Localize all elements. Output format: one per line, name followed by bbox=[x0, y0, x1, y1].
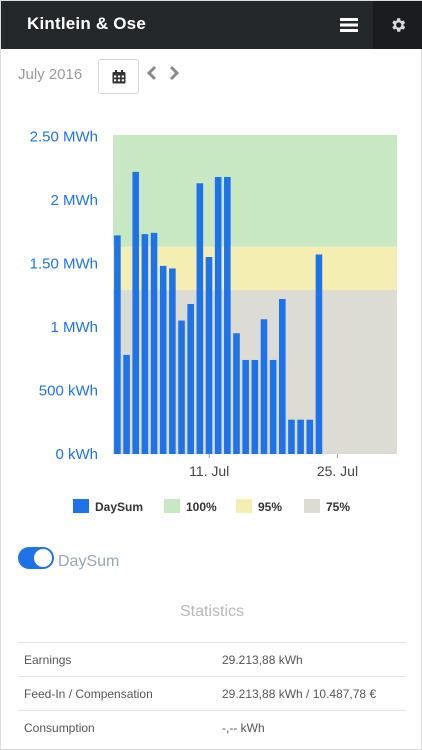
top-navbar: Kintlein & Ose bbox=[1, 1, 422, 49]
y-tick-label: 0 kWh bbox=[55, 446, 98, 463]
statistics-table: Earnings 29.213,88 kWh Feed-In / Compens… bbox=[18, 642, 406, 745]
menu-icon bbox=[340, 18, 358, 32]
x-tick-label: 25. Jul bbox=[317, 463, 358, 479]
y-tick-label: 500 kWh bbox=[39, 382, 98, 399]
band-100pct bbox=[113, 135, 397, 247]
table-row: Earnings 29.213,88 kWh bbox=[18, 642, 406, 677]
daysum-toggle[interactable] bbox=[18, 547, 54, 569]
bar-2016-07-22 bbox=[306, 419, 314, 454]
bar-2016-07-23 bbox=[315, 254, 323, 454]
legend-swatch bbox=[236, 499, 252, 513]
bar-2016-07-05 bbox=[150, 232, 158, 454]
bar-2016-07-02 bbox=[123, 354, 130, 454]
settings-button[interactable] bbox=[373, 1, 422, 49]
table-row: Consumption -,-- kWh bbox=[18, 710, 406, 745]
calendar-icon bbox=[112, 69, 125, 83]
toggle-knob bbox=[34, 549, 52, 567]
bar-2016-07-19 bbox=[279, 298, 286, 454]
bar-2016-07-12 bbox=[214, 176, 222, 454]
feed-in-label: Feed-In / Compensation bbox=[18, 676, 216, 711]
legend-swatch bbox=[73, 499, 89, 513]
bar-2016-07-11 bbox=[205, 257, 213, 454]
period-label: July 2016 bbox=[18, 66, 83, 83]
toggle-label: DaySum bbox=[58, 553, 120, 570]
legend-label: 100% bbox=[186, 500, 217, 514]
bar-2016-07-04 bbox=[141, 234, 149, 454]
bar-2016-07-16 bbox=[251, 359, 259, 454]
statistics-title: Statistics bbox=[179, 603, 244, 620]
bar-2016-07-01 bbox=[114, 235, 121, 454]
y-tick-label: 1.50 MWh bbox=[30, 255, 98, 272]
bar-2016-07-20 bbox=[288, 419, 295, 454]
gear-icon bbox=[392, 18, 406, 32]
y-tick-label: 1 MWh bbox=[50, 319, 98, 336]
bar-2016-07-15 bbox=[242, 359, 249, 454]
table-row: Feed-In / Compensation 29.213,88 kWh / 1… bbox=[18, 676, 406, 711]
legend-swatch bbox=[164, 499, 180, 513]
chevron-right-icon bbox=[169, 65, 180, 81]
consumption-value: -,-- kWh bbox=[216, 710, 406, 745]
legend-label: DaySum bbox=[95, 500, 143, 514]
previous-period-button[interactable] bbox=[144, 63, 160, 83]
app-title: Kintlein & Ose bbox=[27, 14, 146, 33]
bar-2016-07-21 bbox=[297, 419, 304, 454]
next-period-button[interactable] bbox=[166, 63, 182, 83]
earnings-label: Earnings bbox=[18, 642, 216, 677]
legend-swatch bbox=[304, 499, 320, 513]
y-tick-label: 2.50 MWh bbox=[30, 128, 98, 145]
legend-label: 95% bbox=[258, 500, 282, 514]
earnings-value: 29.213,88 kWh bbox=[216, 642, 406, 677]
bar-2016-07-03 bbox=[132, 171, 140, 454]
consumption-label: Consumption bbox=[18, 710, 216, 745]
chevron-left-icon bbox=[146, 65, 157, 81]
bar-2016-07-06 bbox=[159, 265, 167, 454]
feed-in-value: 29.213,88 kWh / 10.487,78 € bbox=[216, 676, 406, 711]
energy-chart: 0 kWh 500 kWh 1 MWh 1.50 MWh 2 MWh 2.50 MWh 1… bbox=[30, 128, 397, 514]
bar-2016-07-10 bbox=[196, 183, 204, 454]
bar-2016-07-14 bbox=[233, 333, 240, 454]
x-tick-label: 11. Jul bbox=[189, 463, 229, 479]
app-frame: Kintlein & Ose July 2016 0 kWh 500 kWh 1… bbox=[0, 0, 422, 750]
y-tick-label: 2 MWh bbox=[50, 192, 98, 209]
calendar-button[interactable] bbox=[98, 59, 139, 94]
bar-2016-07-17 bbox=[260, 319, 268, 454]
bar-2016-07-09 bbox=[187, 304, 194, 454]
bar-2016-07-08 bbox=[178, 320, 185, 454]
bar-2016-07-07 bbox=[169, 268, 176, 454]
menu-button[interactable] bbox=[327, 1, 371, 49]
bar-2016-07-13 bbox=[224, 176, 231, 454]
bar-2016-07-18 bbox=[269, 359, 277, 454]
legend-label: 75% bbox=[326, 500, 350, 514]
